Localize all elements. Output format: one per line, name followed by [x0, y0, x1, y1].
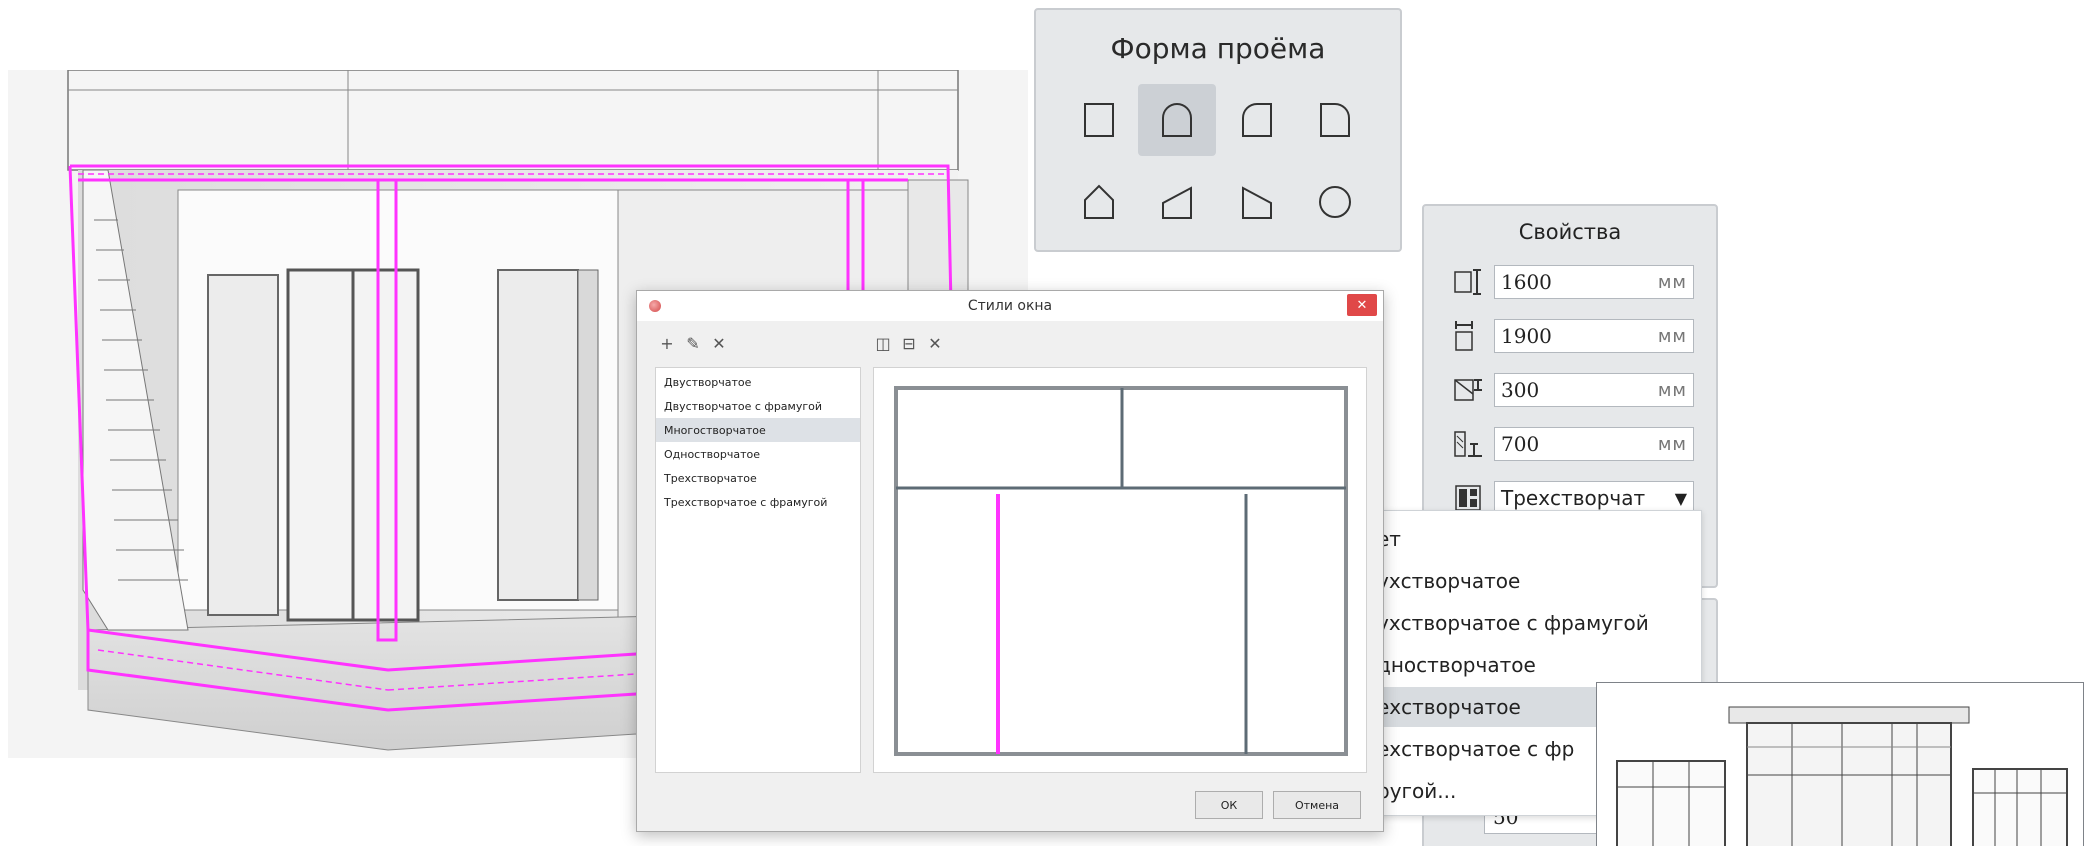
pentagon-shape-icon [1084, 184, 1114, 219]
delete-style-button[interactable]: ✕ [709, 333, 729, 353]
height-row: 1600 мм [1450, 264, 1706, 300]
height-unit: мм [1657, 271, 1687, 293]
top-offset-unit: мм [1657, 379, 1687, 401]
dropdown-item[interactable]: ет [1373, 519, 1701, 559]
cancel-button[interactable]: Отмена [1273, 791, 1361, 819]
style-list-item[interactable]: Трехстворчатое [656, 466, 860, 490]
arch-shape-icon [1162, 103, 1192, 137]
window-style-value: Трехстворчат [1501, 486, 1646, 510]
house-preview [1596, 682, 2084, 846]
sloped-left-shape-icon [1162, 186, 1192, 219]
shape-arch-button[interactable] [1138, 84, 1216, 156]
sill-height-row: 700 мм [1450, 426, 1706, 462]
dialog-titlebar[interactable]: Стили окна ✕ [637, 291, 1383, 321]
style-list-item-selected[interactable]: Многостворчатое [656, 418, 860, 442]
style-preview-canvas[interactable] [873, 367, 1367, 773]
width-unit: мм [1657, 325, 1687, 347]
close-button[interactable]: ✕ [1347, 294, 1377, 316]
shape-sloped-left-button[interactable] [1138, 166, 1216, 238]
rectangle-shape-icon [1084, 103, 1114, 137]
delete-partition-button[interactable]: ✕ [925, 333, 945, 353]
height-icon [1450, 264, 1486, 300]
height-input[interactable]: 1600 мм [1494, 265, 1694, 299]
width-input[interactable]: 1900 мм [1494, 319, 1694, 353]
width-row: 1900 мм [1450, 318, 1706, 354]
dropdown-item[interactable]: дностворчатое [1373, 645, 1701, 685]
window-layout-preview [894, 386, 1348, 756]
style-list-item[interactable]: Двустворчатое [656, 370, 860, 394]
dialog-title: Стили окна [967, 298, 1053, 314]
style-list-item[interactable]: Двустворчатое с фрамугой [656, 394, 860, 418]
width-value: 1900 [1501, 324, 1552, 348]
opening-shape-panel: Форма проёма [1034, 8, 1402, 252]
shape-right-rounded-button[interactable] [1296, 84, 1374, 156]
split-horizontal-button[interactable]: ⊟ [899, 333, 919, 353]
right-rounded-shape-icon [1320, 103, 1350, 137]
split-vertical-button[interactable]: ◫ [873, 333, 893, 353]
dropdown-item[interactable]: ухстворчатое [1373, 561, 1701, 601]
top-offset-icon [1450, 372, 1486, 408]
dropdown-item[interactable]: ухстворчатое с фрамугой [1373, 603, 1701, 643]
shape-rectangle-button[interactable] [1060, 84, 1138, 156]
top-offset-input[interactable]: 300 мм [1494, 373, 1694, 407]
shape-circle-button[interactable] [1296, 166, 1374, 238]
sill-height-unit: мм [1657, 433, 1687, 455]
house-render [1616, 706, 2068, 846]
top-offset-value: 300 [1501, 378, 1540, 402]
opening-shape-title: Форма проёма [1110, 32, 1326, 65]
edit-style-button[interactable]: ✎ [683, 333, 703, 353]
ok-button[interactable]: ОК [1195, 791, 1263, 819]
sill-height-icon [1450, 426, 1486, 462]
height-value: 1600 [1501, 270, 1552, 294]
circle-shape-icon [1319, 186, 1351, 218]
add-style-button[interactable]: + [657, 333, 677, 353]
top-offset-row: 300 мм [1450, 372, 1706, 408]
shape-sloped-right-button[interactable] [1218, 166, 1296, 238]
sloped-right-shape-icon [1242, 186, 1272, 219]
sill-height-input[interactable]: 700 мм [1494, 427, 1694, 461]
left-rounded-shape-icon [1242, 103, 1272, 137]
app-icon [649, 300, 661, 312]
window-styles-dialog: Стили окна ✕ + ✎ ✕ ◫ ⊟ ✕ Двустворчатое Д… [636, 290, 1384, 832]
style-list-item[interactable]: Трехстворчатое с фрамугой [656, 490, 860, 514]
sill-height-value: 700 [1501, 432, 1540, 456]
properties-title: Свойства [1518, 220, 1622, 244]
style-list-item[interactable]: Одностворчатое [656, 442, 860, 466]
shape-pentagon-button[interactable] [1060, 166, 1138, 238]
dropdown-arrow-icon: ▼ [1674, 488, 1687, 508]
style-list[interactable]: Двустворчатое Двустворчатое с фрамугой М… [655, 367, 861, 773]
shape-left-rounded-button[interactable] [1218, 84, 1296, 156]
width-icon [1450, 318, 1486, 354]
